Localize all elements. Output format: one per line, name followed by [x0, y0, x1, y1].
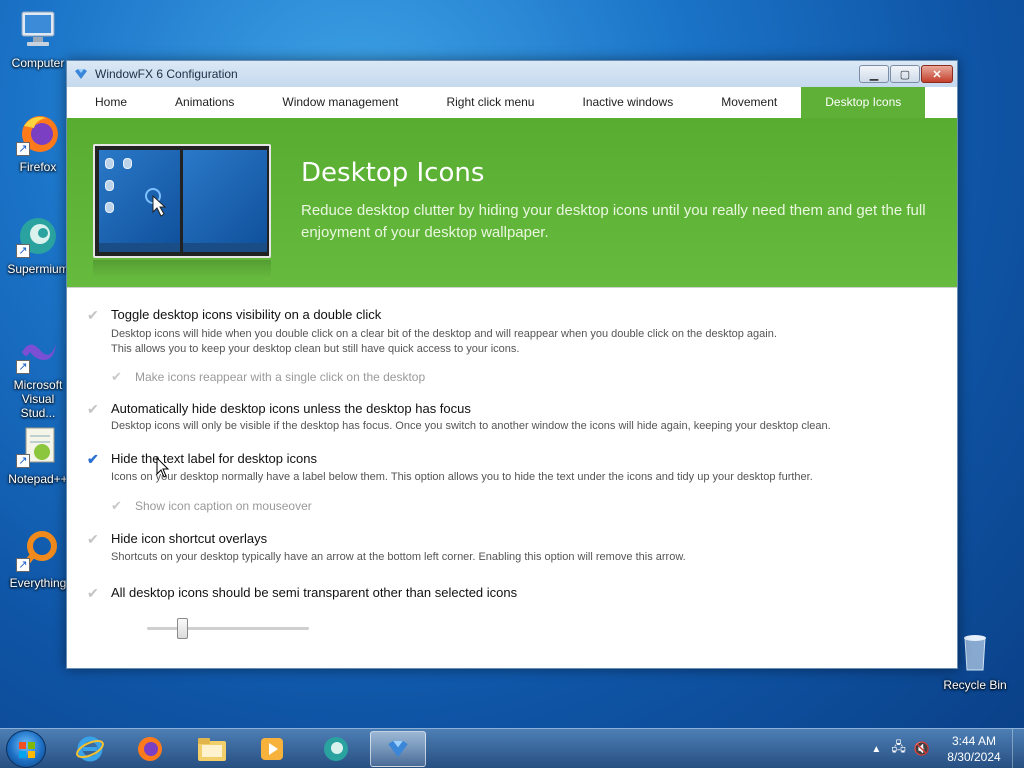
visual-studio-icon: ↗ — [16, 330, 60, 374]
start-button[interactable] — [6, 730, 46, 768]
suboption-label[interactable]: Make icons reappear with a single click … — [135, 369, 425, 385]
everything-icon: ↗ — [16, 528, 60, 572]
shortcut-arrow-icon: ↗ — [16, 454, 30, 468]
config-window: WindowFX 6 Configuration ▁ ▢ ✕ Home Anim… — [66, 60, 958, 669]
transparency-slider-thumb[interactable] — [177, 618, 189, 639]
shortcut-arrow-icon: ↗ — [16, 360, 30, 374]
desktop-icon-firefox[interactable]: ↗ Firefox — [3, 112, 73, 174]
show-hidden-icons-icon[interactable]: ▲ — [871, 744, 881, 755]
tab-bar: Home Animations Window management Right … — [67, 87, 957, 118]
supermium-icon: ↗ — [16, 214, 60, 258]
media-player-icon — [261, 738, 283, 760]
section-banner: Desktop Icons Reduce desktop clutter by … — [67, 118, 957, 288]
checkbox-single-click-reappear[interactable]: ✔ — [111, 369, 122, 385]
option-label[interactable]: Automatically hide desktop icons unless … — [111, 401, 471, 417]
desktop-icon-notepadpp[interactable]: ↗ Notepad++ — [3, 424, 73, 486]
checkbox-hide-shortcut-overlays[interactable]: ✔ — [87, 531, 101, 547]
title-bar[interactable]: WindowFX 6 Configuration ▁ ▢ ✕ — [67, 61, 957, 87]
notepadpp-icon: ↗ — [16, 424, 60, 468]
desktop-icon-label: Notepad++ — [8, 472, 68, 486]
desktop-icon-label: Everything — [9, 576, 67, 590]
checkbox-caption-mouseover[interactable]: ✔ — [111, 498, 122, 514]
clock-time: 3:44 AM — [951, 734, 997, 748]
banner-heading: Desktop Icons — [301, 158, 485, 188]
close-icon: ✕ — [932, 68, 942, 81]
windowfx-app-icon — [75, 69, 87, 79]
option-description: Shortcuts on your desktop typically have… — [111, 551, 686, 563]
folder-icon — [198, 738, 226, 761]
taskbar: ▲ 🖧 🔇 3:44 AM 8/30/2024 — [0, 728, 1024, 768]
tab-window-management[interactable]: Window management — [258, 87, 422, 118]
checkbox-hide-text-label[interactable]: ✔ — [87, 451, 101, 467]
window-title: WindowFX 6 Configuration — [95, 67, 238, 81]
minimize-button[interactable]: ▁ — [859, 65, 889, 83]
maximize-icon: ▢ — [899, 68, 911, 81]
shortcut-arrow-icon: ↗ — [16, 558, 30, 572]
desktop-icon-label: Microsoft Visual Stud... — [13, 378, 63, 420]
tab-movement[interactable]: Movement — [697, 87, 801, 118]
close-button[interactable]: ✕ — [921, 65, 953, 83]
windowfx-app-icon — [388, 740, 408, 758]
options-panel: ✔ Toggle desktop icons visibility on a d… — [67, 288, 957, 668]
taskbar-windowfx[interactable] — [370, 731, 426, 767]
desktop-icon-visual-studio[interactable]: ↗ Microsoft Visual Stud... — [3, 330, 73, 420]
option-label[interactable]: Toggle desktop icons visibility on a dou… — [111, 307, 381, 323]
computer-icon — [16, 8, 60, 52]
desktop-icon-label: Supermium — [7, 262, 69, 276]
transparency-slider-track[interactable] — [147, 627, 309, 630]
desktop-icon-label: Recycle Bin — [943, 678, 1007, 692]
desktop-icon-label: Firefox — [19, 160, 57, 174]
taskbar-supermium[interactable] — [308, 731, 364, 767]
network-icon[interactable]: 🖧 — [891, 738, 906, 760]
desktop-preview-illustration — [93, 144, 271, 258]
option-description-line: This allows you to keep your desktop cle… — [111, 343, 520, 355]
recycle-bin-icon — [953, 630, 997, 674]
minimize-icon: ▁ — [869, 68, 879, 81]
desktop-icon-label: Computer — [11, 56, 65, 70]
firefox-icon — [138, 737, 162, 761]
shortcut-arrow-icon: ↗ — [16, 142, 30, 156]
windows-logo-icon — [19, 742, 35, 758]
mouse-cursor-icon — [156, 457, 170, 478]
checkbox-semi-transparent[interactable]: ✔ — [87, 585, 101, 601]
system-tray: ▲ 🖧 🔇 3:44 AM 8/30/2024 — [871, 729, 1024, 768]
tab-desktop-icons[interactable]: Desktop Icons — [801, 87, 926, 118]
firefox-icon: ↗ — [16, 112, 60, 156]
tab-inactive-windows[interactable]: Inactive windows — [558, 87, 697, 118]
option-description: Icons on your desktop normally have a la… — [111, 471, 813, 483]
maximize-button[interactable]: ▢ — [890, 65, 920, 83]
clock[interactable]: 3:44 AM 8/30/2024 — [942, 733, 1006, 765]
option-description: Desktop icons will hide when you double … — [111, 327, 777, 357]
taskbar-internet-explorer[interactable] — [62, 731, 118, 767]
suboption-label[interactable]: Show icon caption on mouseover — [135, 498, 312, 514]
desktop-icon-computer[interactable]: Computer — [3, 8, 73, 70]
supermium-icon — [324, 737, 348, 761]
option-label[interactable]: Hide the text label for desktop icons — [111, 451, 317, 467]
clock-date: 8/30/2024 — [947, 750, 1001, 764]
tab-right-click-menu[interactable]: Right click menu — [422, 87, 558, 118]
shortcut-arrow-icon: ↗ — [16, 244, 30, 258]
option-label[interactable]: Hide icon shortcut overlays — [111, 531, 267, 547]
taskbar-media-player[interactable] — [244, 731, 300, 767]
show-desktop-button[interactable] — [1012, 729, 1024, 768]
desktop-icon-supermium[interactable]: ↗ Supermium — [3, 214, 73, 276]
cursor-click-icon — [145, 188, 167, 217]
checkbox-auto-hide-focus[interactable]: ✔ — [87, 401, 101, 417]
desktop-icon-everything[interactable]: ↗ Everything — [3, 528, 73, 590]
option-description-line: Desktop icons will hide when you double … — [111, 328, 777, 340]
tab-animations[interactable]: Animations — [151, 87, 258, 118]
internet-explorer-icon — [76, 736, 104, 762]
checkbox-toggle-double-click[interactable]: ✔ — [87, 307, 101, 323]
taskbar-firefox[interactable] — [122, 731, 178, 767]
taskbar-file-explorer[interactable] — [184, 731, 240, 767]
tab-home[interactable]: Home — [71, 87, 151, 118]
option-description: Desktop icons will only be visible if th… — [111, 420, 831, 432]
option-label[interactable]: All desktop icons should be semi transpa… — [111, 585, 517, 601]
volume-muted-icon[interactable]: 🔇 — [914, 741, 930, 757]
banner-description: Reduce desktop clutter by hiding your de… — [301, 202, 926, 241]
